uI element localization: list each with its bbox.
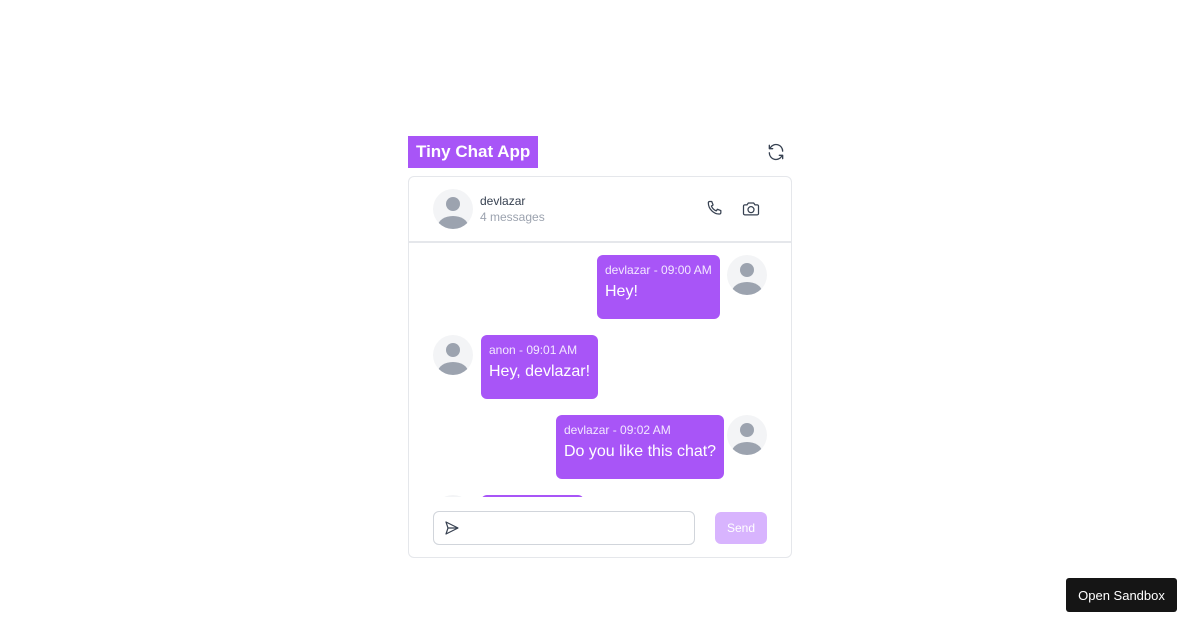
list-item: devlazar - 09:02 AM Do you like this cha… bbox=[409, 403, 791, 479]
app-title: Tiny Chat App bbox=[408, 136, 539, 168]
message-text: Hey, devlazar! bbox=[489, 363, 591, 380]
camera-icon[interactable] bbox=[740, 198, 762, 220]
message-meta: devlazar - 09:00 AM bbox=[605, 263, 712, 277]
message-composer: Send bbox=[409, 497, 791, 557]
avatar bbox=[433, 335, 473, 375]
avatar bbox=[433, 189, 473, 229]
refresh-icon[interactable] bbox=[765, 141, 787, 163]
message-bubble: devlazar - 09:00 AM Hey! bbox=[597, 255, 720, 319]
user-icon bbox=[438, 197, 468, 229]
chat-header: devlazar 4 messages bbox=[409, 177, 791, 243]
message-bubble: devlazar - 09:02 AM Do you like this cha… bbox=[556, 415, 725, 479]
open-sandbox-button[interactable]: Open Sandbox bbox=[1066, 578, 1177, 612]
user-icon bbox=[732, 423, 762, 455]
paper-plane-icon bbox=[445, 521, 459, 535]
message-input-wrapper[interactable] bbox=[433, 511, 695, 545]
message-count: 4 messages bbox=[480, 210, 545, 224]
phone-icon[interactable] bbox=[704, 198, 726, 220]
message-text: Hey! bbox=[605, 283, 638, 300]
contact-name: devlazar bbox=[480, 194, 526, 208]
message-bubble: anon - 09:01 AM Hey, devlazar! bbox=[481, 335, 599, 399]
chat-card: devlazar 4 messages devlazar - 09:00 AM … bbox=[408, 176, 792, 558]
avatar bbox=[727, 415, 767, 455]
send-button[interactable]: Send bbox=[715, 512, 767, 544]
message-meta: devlazar - 09:02 AM bbox=[564, 423, 671, 437]
message-meta: anon - 09:01 AM bbox=[489, 343, 578, 357]
user-icon bbox=[732, 263, 762, 295]
message-input[interactable] bbox=[468, 512, 688, 544]
list-item bbox=[409, 483, 791, 497]
user-icon bbox=[438, 343, 468, 375]
message-text: Do you like this chat? bbox=[564, 443, 717, 460]
message-list[interactable]: devlazar - 09:00 AM Hey! anon - 09:01 AM bbox=[409, 243, 791, 497]
list-item: anon - 09:01 AM Hey, devlazar! bbox=[409, 323, 791, 399]
list-item: devlazar - 09:00 AM Hey! bbox=[409, 243, 791, 319]
avatar bbox=[727, 255, 767, 295]
